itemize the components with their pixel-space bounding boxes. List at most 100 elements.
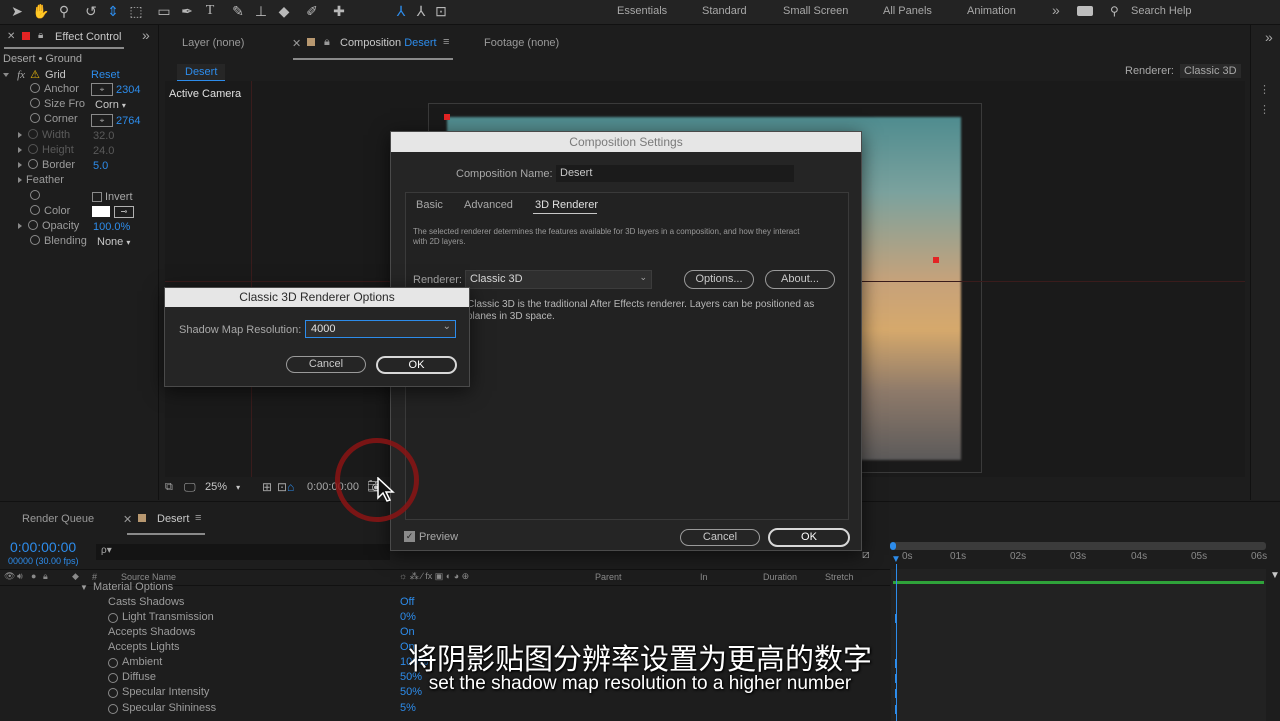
timeline-timecode[interactable]: 0:00:00:00	[10, 539, 76, 555]
pen-tool-icon[interactable]: ✒	[178, 2, 196, 20]
tab-footage[interactable]: Footage (none)	[484, 37, 559, 49]
layer-handle[interactable]	[933, 257, 939, 263]
comp-settings-cancel-button[interactable]: Cancel	[680, 529, 760, 546]
time-ruler[interactable]	[890, 542, 1266, 550]
layer-duration-bar[interactable]	[893, 581, 1264, 584]
mask-path-icon[interactable]: ⌂	[287, 480, 294, 494]
expand-arrow-icon[interactable]	[3, 73, 9, 77]
keyframe-marker[interactable]	[895, 705, 897, 714]
panel-menu-icon[interactable]: »	[1265, 29, 1273, 45]
align-icon[interactable]: ⋮	[1259, 83, 1270, 96]
comp-lock-icon[interactable]: 🔒︎	[324, 36, 330, 49]
renderer-select[interactable]: Classic 3D ⌄	[465, 270, 652, 289]
monitor-icon[interactable]: 🖵︎	[184, 480, 196, 495]
renderer-options-ok-button[interactable]: OK	[376, 356, 457, 374]
workspace-standard[interactable]: Standard	[702, 5, 747, 17]
workspace-animation[interactable]: Animation	[967, 5, 1016, 17]
color-swatch[interactable]	[92, 206, 110, 217]
zoom-tool-icon[interactable]: ⚲	[55, 2, 73, 20]
keyframe-marker[interactable]	[895, 614, 897, 623]
hand-tool-icon[interactable]: ✋	[32, 2, 50, 20]
stopwatch-icon[interactable]	[30, 113, 40, 123]
workspace-essentials[interactable]: Essentials	[617, 5, 667, 17]
tab-menu-icon[interactable]: ≡	[195, 512, 201, 524]
renderer-button[interactable]: Classic 3D	[1180, 64, 1241, 78]
rectangle-tool-icon[interactable]: ▭	[155, 2, 173, 20]
reset-link[interactable]: Reset	[91, 69, 120, 81]
expand-arrow-icon[interactable]	[18, 132, 22, 138]
eraser-tool-icon[interactable]: ◆	[275, 2, 293, 20]
selection-tool-icon[interactable]: ➤	[8, 2, 26, 20]
invert-checkbox[interactable]	[92, 192, 102, 202]
tab-timeline-desert[interactable]: Desert	[157, 513, 189, 525]
stopwatch-icon[interactable]	[30, 98, 40, 108]
lock-icon[interactable]: 🔒︎	[38, 30, 43, 41]
blending-dropdown[interactable]: None ▾	[97, 236, 130, 248]
expand-arrow-icon[interactable]	[18, 162, 22, 168]
work-area-end-handle[interactable]: ▼	[1270, 570, 1280, 581]
camera-tool-icon[interactable]: ⇕	[104, 2, 122, 20]
preview-checkbox[interactable]: ✓	[404, 531, 415, 542]
stopwatch-icon[interactable]	[30, 83, 40, 93]
transparency-grid-icon[interactable]: ⊡	[277, 480, 287, 494]
tab-menu-icon[interactable]: ≡	[443, 36, 449, 48]
zoom-dropdown[interactable]: 25% ▾	[205, 481, 240, 493]
stopwatch-icon[interactable]	[30, 205, 40, 215]
comp-flowchart-icon[interactable]: ⧄	[862, 547, 870, 562]
border-value[interactable]: 5.0	[93, 160, 108, 172]
timeline-search-input[interactable]: ρ▾	[96, 544, 390, 560]
tab-basic[interactable]: Basic	[416, 199, 443, 211]
tab-composition[interactable]: Composition Desert	[340, 37, 437, 49]
timeline-property-row[interactable]: Light Transmission 0%	[0, 611, 890, 626]
resolution-icon[interactable]: ⊞	[262, 480, 272, 494]
crosshair-button[interactable]: ⌖	[91, 114, 113, 127]
workspaces-more-button[interactable]: »	[1052, 2, 1060, 18]
rotate-tool-icon[interactable]: ↺	[82, 2, 100, 20]
align-icon[interactable]: ⋮	[1259, 103, 1270, 116]
tab-advanced[interactable]: Advanced	[464, 199, 513, 211]
puppet-tool-icon[interactable]: ✚	[330, 2, 348, 20]
eyedropper-icon[interactable]: ⊸	[114, 206, 134, 218]
expand-arrow-icon[interactable]	[18, 177, 22, 183]
stopwatch-icon[interactable]	[30, 235, 40, 245]
expand-arrow-icon[interactable]	[18, 147, 22, 153]
view-axis-icon[interactable]: ⊡	[432, 2, 450, 20]
type-tool-icon[interactable]: T	[201, 2, 219, 20]
expand-arrow-icon[interactable]	[18, 223, 22, 229]
work-area-start-handle[interactable]	[890, 542, 896, 550]
layer-handle[interactable]	[444, 114, 450, 120]
anchor-value[interactable]: 2304	[116, 84, 140, 96]
timeline-property-row[interactable]: Specular Shininess 5%	[0, 702, 890, 717]
stopwatch-icon[interactable]	[30, 190, 40, 200]
expand-arrow-icon[interactable]: ▼	[80, 583, 88, 592]
tab-close-icon[interactable]: ✕	[123, 513, 132, 526]
property-value[interactable]: 5%	[400, 702, 416, 714]
property-value[interactable]: Off	[400, 596, 414, 608]
tab-layer[interactable]: Layer (none)	[182, 37, 244, 49]
fx-icon[interactable]: fx	[17, 69, 25, 81]
property-value[interactable]: 0%	[400, 611, 416, 623]
tab-render-queue[interactable]: Render Queue	[22, 513, 94, 525]
stopwatch-icon[interactable]	[28, 159, 38, 169]
stopwatch-icon[interactable]	[108, 613, 118, 623]
clone-stamp-tool-icon[interactable]: ⊥	[252, 2, 270, 20]
tab-close-icon[interactable]: ✕	[292, 37, 301, 50]
stopwatch-icon[interactable]	[108, 704, 118, 714]
size-from-dropdown[interactable]: Corn ▾	[95, 99, 126, 111]
local-axis-icon[interactable]: ⅄	[392, 2, 410, 20]
sync-settings-icon[interactable]	[1077, 6, 1093, 16]
panel-menu-icon[interactable]: »	[142, 27, 150, 43]
stopwatch-icon[interactable]	[28, 220, 38, 230]
crosshair-button[interactable]: ⌖	[91, 83, 113, 96]
always-preview-icon[interactable]: ⧉	[165, 481, 173, 494]
renderer-options-cancel-button[interactable]: Cancel	[286, 356, 366, 373]
comp-settings-ok-button[interactable]: OK	[768, 528, 850, 547]
workspace-all-panels[interactable]: All Panels	[883, 5, 932, 17]
roto-brush-tool-icon[interactable]: ✐	[303, 2, 321, 20]
options-button[interactable]: Options...	[684, 270, 754, 289]
shadow-map-resolution-select[interactable]: 4000 ⌄	[305, 320, 456, 338]
comp-subtab-desert[interactable]: Desert	[177, 64, 226, 82]
panel-close-icon[interactable]: ✕	[7, 31, 15, 42]
world-axis-icon[interactable]: ⅄	[412, 2, 430, 20]
tab-3d-renderer[interactable]: 3D Renderer	[535, 199, 598, 211]
